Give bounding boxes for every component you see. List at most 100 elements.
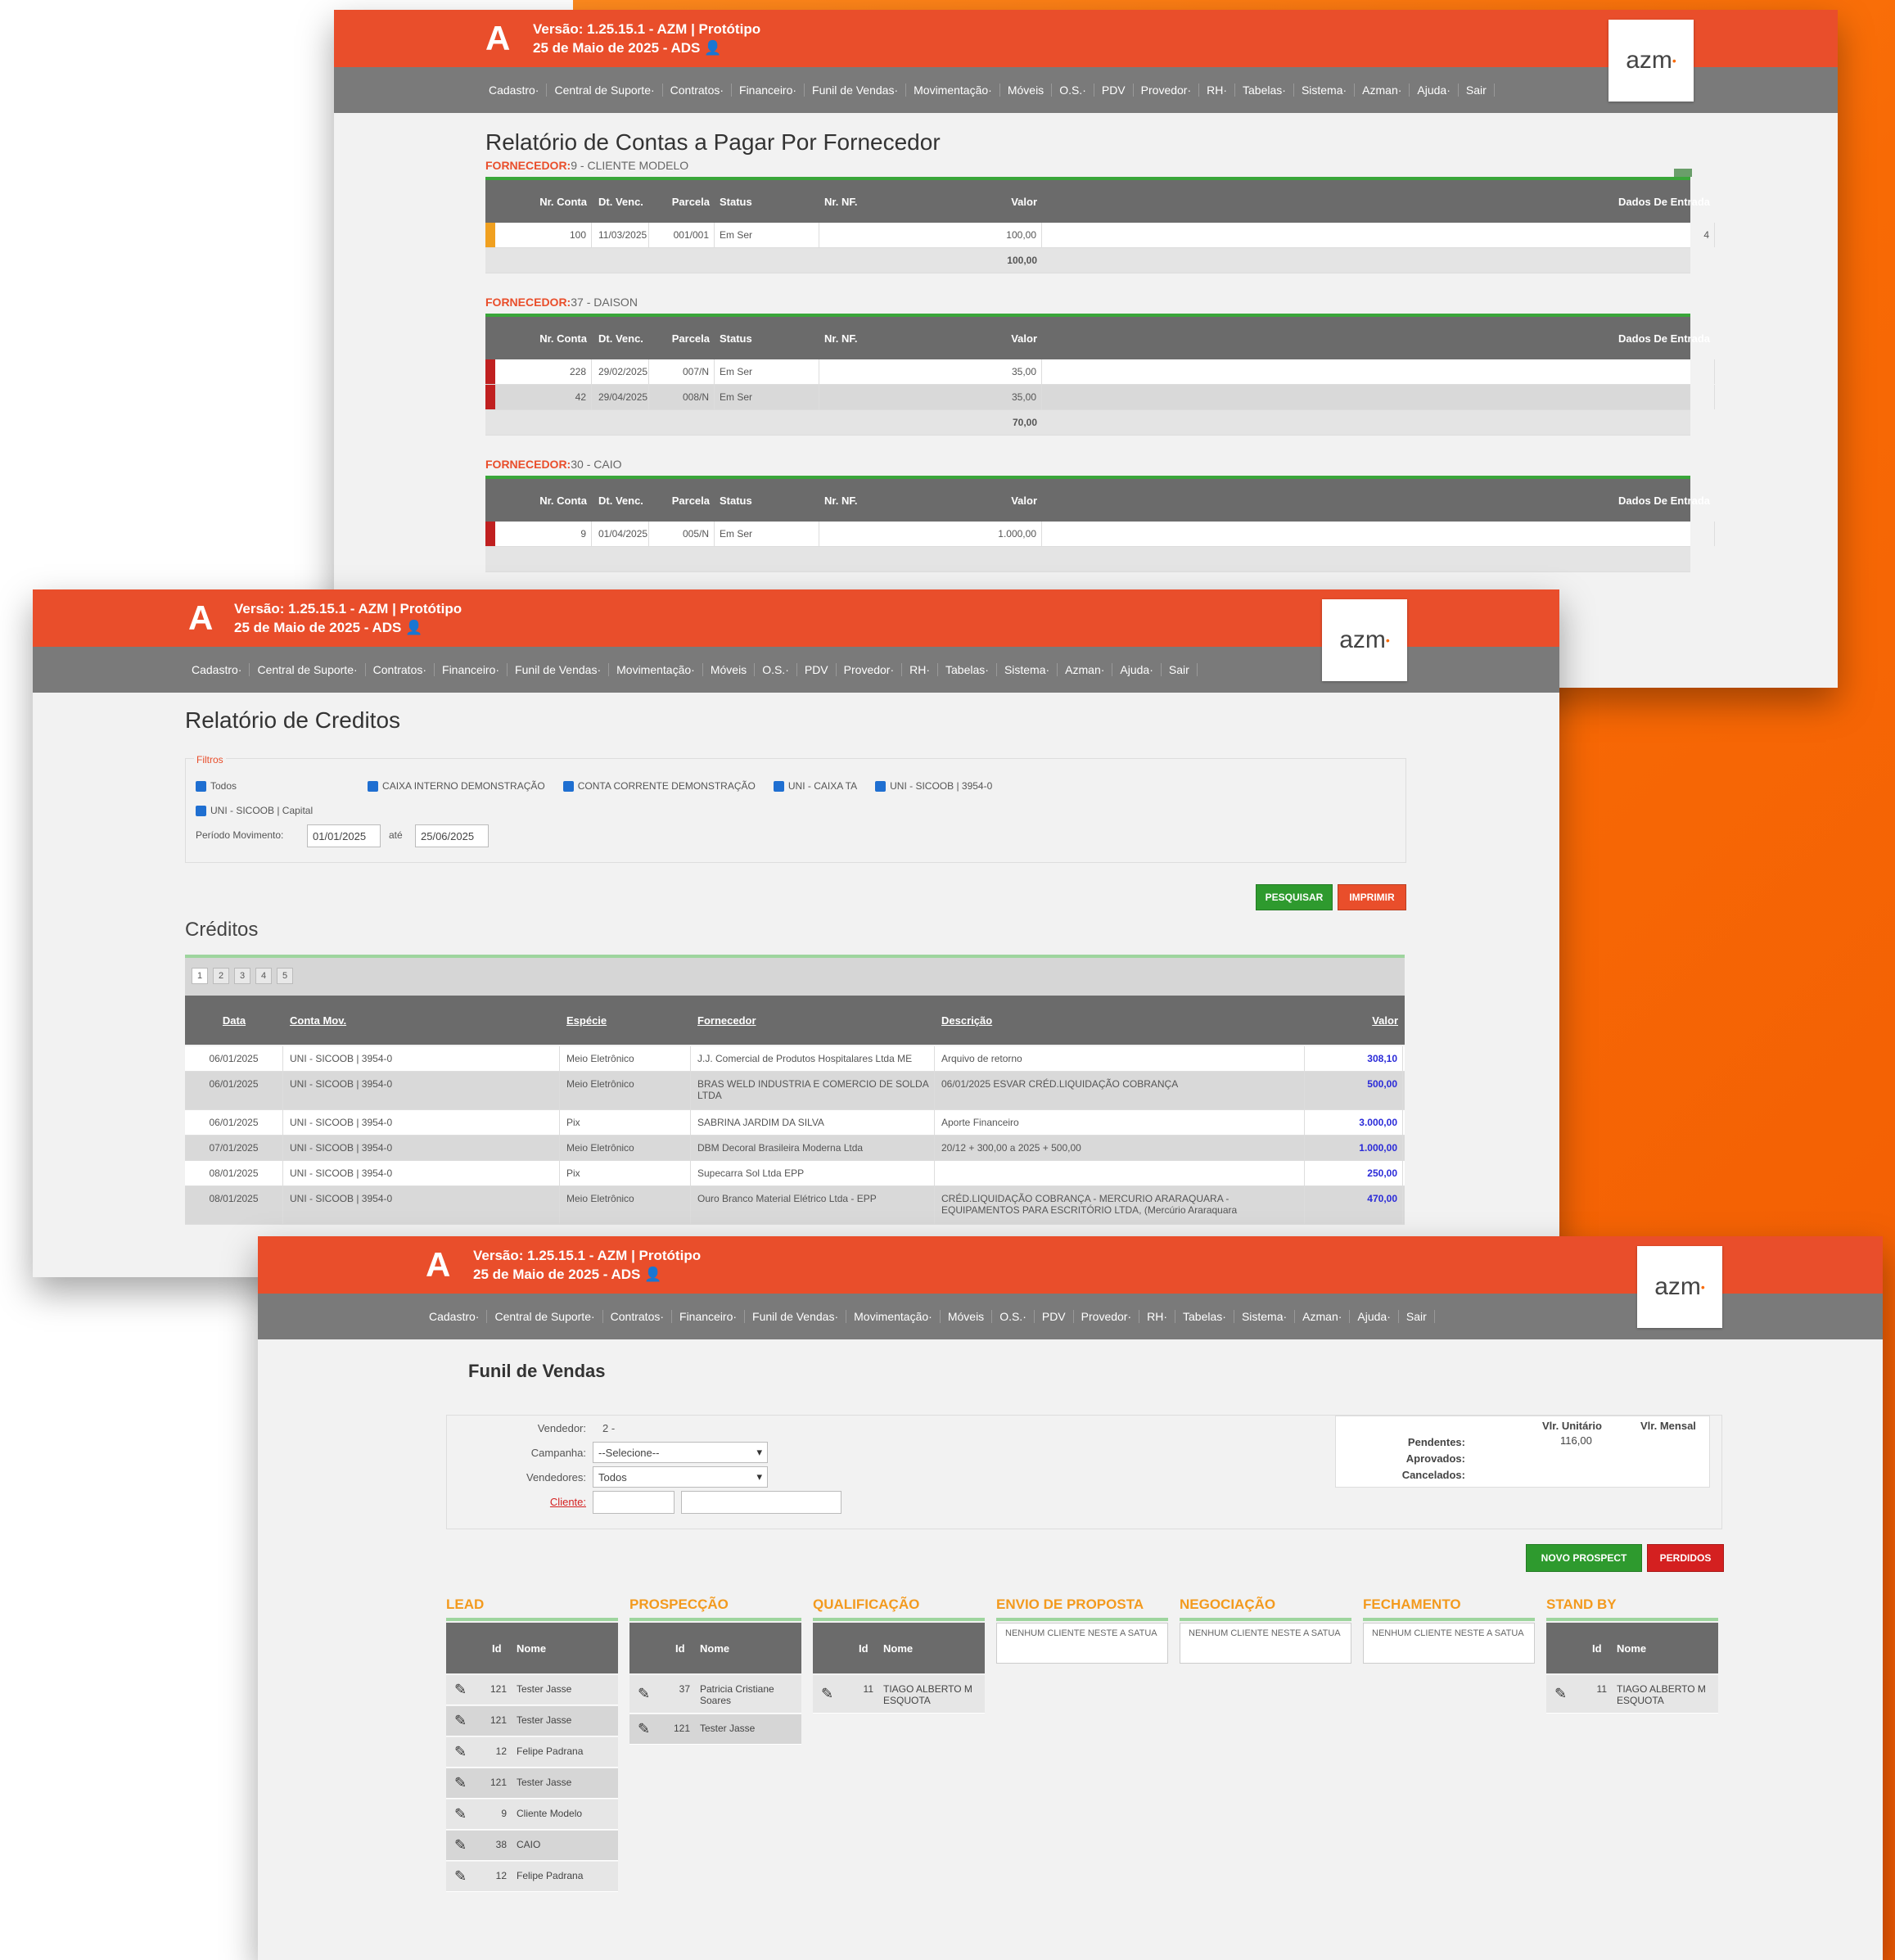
cliente-link[interactable]: Cliente:: [447, 1496, 586, 1508]
menu-item[interactable]: Provedor·: [1134, 84, 1200, 97]
kanban-card[interactable]: ✎ 121 Tester Jasse: [446, 1675, 618, 1705]
menu-item[interactable]: Central de Suporte·: [250, 663, 366, 676]
menu-item[interactable]: Sistema·: [1294, 84, 1356, 97]
edit-pencil-icon[interactable]: ✎: [454, 1868, 467, 1885]
menu-item[interactable]: Central de Suporte·: [487, 1310, 603, 1323]
menu-item[interactable]: Provedor·: [837, 663, 903, 676]
menu-item[interactable]: Ajuda·: [1410, 84, 1459, 97]
menu-item[interactable]: Azman·: [1355, 84, 1410, 97]
column-header[interactable]: Valor: [1306, 996, 1403, 1045]
column-header[interactable]: Espécie: [562, 996, 691, 1045]
menu-item[interactable]: Movimentação·: [609, 663, 703, 676]
cell-valor[interactable]: 470,00: [1306, 1186, 1403, 1224]
menu-item[interactable]: RH·: [1139, 1310, 1176, 1323]
report-icon[interactable]: [1674, 169, 1692, 177]
table-row[interactable]: 07/01/2025 UNI - SICOOB | 3954-0 Meio Elet…: [185, 1136, 1405, 1161]
edit-pencil-icon[interactable]: ✎: [638, 1686, 650, 1703]
menu-item[interactable]: RH·: [902, 663, 939, 676]
filter-checkbox[interactable]: Todos: [196, 774, 237, 798]
filter-checkbox[interactable]: CONTA CORRENTE DEMONSTRAÇÃO: [562, 774, 756, 798]
table-row[interactable]: 42 29/04/2025 008/N Em Ser 35,00: [485, 385, 1715, 410]
menu-item[interactable]: Funil de Vendas·: [508, 663, 610, 676]
menu-item[interactable]: Ajuda·: [1350, 1310, 1399, 1323]
page-link[interactable]: 4: [255, 968, 272, 984]
kanban-card[interactable]: ✎ 38 CAIO: [446, 1831, 618, 1861]
column-header[interactable]: Fornecedor: [693, 996, 935, 1045]
menu-item[interactable]: Sair: [1162, 663, 1198, 676]
menu-item[interactable]: PDV: [797, 663, 837, 676]
menu-item[interactable]: Sair: [1399, 1310, 1435, 1323]
kanban-card[interactable]: ✎ 9 Cliente Modelo: [446, 1800, 618, 1830]
kanban-card[interactable]: ✎ 11 TIAGO ALBERTO M ESQUOTA: [1546, 1675, 1718, 1714]
column-header[interactable]: Conta Mov.: [285, 996, 560, 1045]
menu-item[interactable]: Provedor·: [1074, 1310, 1140, 1323]
edit-pencil-icon[interactable]: ✎: [454, 1682, 467, 1699]
page-link[interactable]: 2: [213, 968, 229, 984]
cell-valor[interactable]: 3.000,00: [1306, 1110, 1403, 1135]
edit-pencil-icon[interactable]: ✎: [638, 1721, 650, 1738]
edit-pencil-icon[interactable]: ✎: [821, 1686, 833, 1703]
page-link[interactable]: 5: [277, 968, 293, 984]
kanban-card[interactable]: ✎ 121 Tester Jasse: [446, 1706, 618, 1736]
menu-item[interactable]: Ajuda·: [1112, 663, 1162, 676]
kanban-card[interactable]: ✎ 12 Felipe Padrana: [446, 1737, 618, 1768]
page-link[interactable]: 3: [234, 968, 250, 984]
menu-item[interactable]: Sistema·: [1234, 1310, 1296, 1323]
cell-valor[interactable]: 308,10: [1306, 1046, 1403, 1071]
table-row[interactable]: 9 01/04/2025 005/N Em Ser 1.000,00: [485, 522, 1715, 547]
menu-item[interactable]: Cadastro·: [481, 84, 548, 97]
campanha-select[interactable]: --Selecione--: [593, 1442, 768, 1463]
filter-checkbox[interactable]: UNI - SICOOB | Capital: [196, 798, 313, 823]
menu-item[interactable]: Financeiro·: [732, 84, 805, 97]
menu-item[interactable]: Móveis: [941, 1310, 993, 1323]
menu-item[interactable]: Azman·: [1058, 663, 1113, 676]
menu-item[interactable]: Financeiro·: [435, 663, 508, 676]
date-to-input[interactable]: 25/06/2025: [415, 824, 489, 847]
edit-pencil-icon[interactable]: ✎: [454, 1713, 467, 1730]
menu-item[interactable]: Tabelas·: [1235, 84, 1294, 97]
menu-item[interactable]: Móveis: [1000, 84, 1053, 97]
kanban-card[interactable]: ✎ 121 Tester Jasse: [629, 1714, 801, 1745]
menu-item[interactable]: Funil de Vendas·: [745, 1310, 847, 1323]
cell-valor[interactable]: 1.000,00: [1306, 1136, 1403, 1160]
filter-checkbox[interactable]: UNI - CAIXA TA: [773, 774, 857, 798]
vendedores-select[interactable]: Todos: [593, 1466, 768, 1488]
menu-item[interactable]: Movimentação·: [846, 1310, 941, 1323]
date-from-input[interactable]: 01/01/2025: [307, 824, 381, 847]
table-row[interactable]: 08/01/2025 UNI - SICOOB | 3954-0 Pix Supeca…: [185, 1161, 1405, 1186]
column-header[interactable]: Descrição: [936, 996, 1305, 1045]
table-row[interactable]: 100 11/03/2025 001/001 Em Ser 100,00 4: [485, 223, 1715, 248]
lost-button[interactable]: PERDIDOS: [1647, 1544, 1724, 1572]
filter-checkbox[interactable]: CAIXA INTERNO DEMONSTRAÇÃO: [368, 774, 545, 798]
menu-item[interactable]: Tabelas·: [938, 663, 997, 676]
edit-pencil-icon[interactable]: ✎: [454, 1806, 467, 1823]
print-button[interactable]: IMPRIMIR: [1338, 884, 1406, 910]
menu-item[interactable]: O.S.·: [992, 1310, 1035, 1323]
menu-item[interactable]: Tabelas·: [1175, 1310, 1234, 1323]
menu-item[interactable]: Funil de Vendas·: [805, 84, 907, 97]
menu-item[interactable]: O.S.·: [755, 663, 797, 676]
page-link[interactable]: 1: [192, 968, 208, 984]
kanban-card[interactable]: ✎ 121 Tester Jasse: [446, 1768, 618, 1799]
filter-checkbox[interactable]: UNI - SICOOB | 3954-0: [875, 774, 992, 798]
table-row[interactable]: 06/01/2025 UNI - SICOOB | 3954-0 Meio Elet…: [185, 1046, 1405, 1072]
menu-item[interactable]: Sistema·: [997, 663, 1058, 676]
search-button[interactable]: PESQUISAR: [1256, 884, 1333, 910]
edit-pencil-icon[interactable]: ✎: [454, 1744, 467, 1761]
table-row[interactable]: 06/01/2025 UNI - SICOOB | 3954-0 Meio Elet…: [185, 1072, 1405, 1110]
menu-item[interactable]: Financeiro·: [672, 1310, 746, 1323]
kanban-card[interactable]: ✎ 11 TIAGO ALBERTO M ESQUOTA: [813, 1675, 985, 1714]
menu-item[interactable]: Azman·: [1295, 1310, 1351, 1323]
table-row[interactable]: 06/01/2025 UNI - SICOOB | 3954-0 Pix SABRIN…: [185, 1110, 1405, 1136]
new-prospect-button[interactable]: NOVO PROSPECT: [1526, 1544, 1642, 1572]
cliente-id-input[interactable]: [593, 1491, 675, 1514]
cell-valor[interactable]: 250,00: [1306, 1161, 1403, 1185]
menu-item[interactable]: O.S.·: [1052, 84, 1094, 97]
edit-pencil-icon[interactable]: ✎: [454, 1775, 467, 1792]
edit-pencil-icon[interactable]: ✎: [454, 1837, 467, 1854]
table-row[interactable]: 228 29/02/2025 007/N Em Ser 35,00: [485, 359, 1715, 385]
menu-item[interactable]: Contratos·: [366, 663, 435, 676]
kanban-card[interactable]: ✎ 37 Patricia Cristiane Soares: [629, 1675, 801, 1714]
menu-item[interactable]: Central de Suporte·: [547, 84, 663, 97]
kanban-card[interactable]: ✎ 12 Felipe Padrana: [446, 1862, 618, 1892]
